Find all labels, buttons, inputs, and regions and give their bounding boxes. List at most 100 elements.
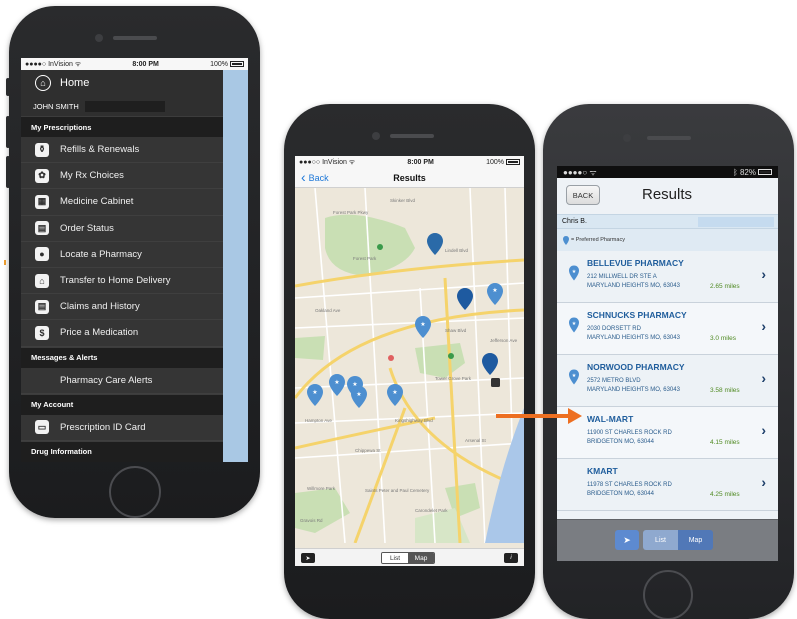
pharmacy-distance: 4.25 miles bbox=[710, 491, 740, 498]
chevron-right-icon[interactable]: › bbox=[761, 474, 766, 490]
side-button bbox=[6, 116, 10, 148]
battery: ᛒ 82% bbox=[733, 168, 772, 177]
home-button[interactable] bbox=[643, 570, 693, 619]
menu-item-label: Claims and History bbox=[60, 301, 140, 313]
pharmacy-city: BRIDGETON MO, 63044 bbox=[587, 491, 654, 497]
pharmacy-distance: 3.0 miles bbox=[710, 335, 737, 342]
menu-item[interactable]: Pharmacy Care Alerts bbox=[21, 367, 223, 394]
status-bar: ●●●●○ ᯤ ᛒ 82% bbox=[557, 166, 778, 178]
map-street-label: Kingshighway Blvd bbox=[395, 418, 433, 423]
park-icon bbox=[448, 353, 454, 359]
battery-percent: 100% bbox=[210, 60, 228, 68]
marker-tick bbox=[4, 260, 6, 265]
front-camera bbox=[372, 132, 380, 140]
menu-home[interactable]: ⌂ Home bbox=[21, 70, 223, 96]
svg-text:★: ★ bbox=[392, 389, 397, 396]
pharmacy-city: BRIDGETON MO, 63044 bbox=[587, 439, 654, 445]
stage: ●●●●○ InVision ᯤ 8:00 PM 100% ⌂ Home JOH… bbox=[0, 0, 797, 619]
pharmacy-row[interactable]: ★ SCHNUCKS PHARMACY 2030 DORSETT RD MARYLAN… bbox=[557, 303, 778, 355]
view-toggle: List Map bbox=[381, 552, 435, 564]
id-card-icon: ▭ bbox=[35, 420, 49, 435]
menu-item-label: My Rx Choices bbox=[60, 170, 124, 182]
info-icon[interactable]: i bbox=[504, 553, 518, 563]
map-toggle[interactable]: Map bbox=[408, 553, 434, 563]
pharmacy-name: WAL-MART bbox=[587, 414, 634, 424]
nav-bar: ‹ Back Results bbox=[295, 168, 524, 188]
transit-icon bbox=[491, 378, 500, 387]
menu-item[interactable]: ⚱ Refills & Renewals bbox=[21, 137, 223, 164]
preferred-pin-icon: ★ bbox=[569, 369, 579, 385]
menu-item-label: Transfer to Home Delivery bbox=[60, 275, 171, 287]
page-title: Results bbox=[642, 186, 693, 203]
map-street-label: Willmore Park bbox=[307, 486, 336, 491]
menu-item[interactable]: ▤ Claims and History bbox=[21, 294, 223, 321]
pharmacy-row[interactable]: ★ BELLEVUE PHARMACY 212 MILLWELL DR STE A M… bbox=[557, 251, 778, 303]
location-pin-icon: ● bbox=[35, 247, 49, 262]
home-button[interactable] bbox=[109, 466, 161, 518]
list-toggle[interactable]: List bbox=[643, 530, 678, 550]
location-arrow-icon[interactable]: ➤ bbox=[615, 530, 639, 550]
map-street-label: Saints Peter and Paul Cemetery bbox=[365, 488, 430, 493]
map-toggle[interactable]: Map bbox=[678, 530, 713, 550]
map-street-label: Chippewa St bbox=[355, 448, 381, 453]
menu-item[interactable]: ⌂ Transfer to Home Delivery bbox=[21, 267, 223, 295]
map-street-label: Shaw Blvd bbox=[445, 328, 467, 333]
menu-section-header: My Prescriptions bbox=[21, 116, 223, 137]
svg-text:★: ★ bbox=[312, 389, 317, 396]
carrier-text: ●●●○○ InVision ᯤ bbox=[299, 158, 356, 166]
menu-item[interactable]: $ Price a Medication bbox=[21, 320, 223, 347]
map-street-label: Gravois Rd bbox=[300, 518, 323, 523]
pill-bottle-icon: ⚱ bbox=[35, 142, 49, 157]
battery-icon bbox=[758, 169, 772, 176]
map-street-label: Jefferson Ave bbox=[490, 338, 518, 343]
chevron-right-icon[interactable]: › bbox=[761, 422, 766, 438]
svg-text:★: ★ bbox=[492, 287, 497, 294]
earpiece-speaker bbox=[113, 36, 157, 40]
bottom-toolbar: ➤ List Map i bbox=[295, 548, 524, 566]
nav-bar: BACK Results bbox=[557, 178, 778, 214]
pharmacy-distance: 4.15 miles bbox=[710, 439, 740, 446]
redacted-bar bbox=[84, 100, 165, 112]
pharmacy-row[interactable]: WAL-MART 11900 ST CHARLES ROCK RD BRIDGETO… bbox=[557, 407, 778, 459]
home-icon: ⌂ bbox=[35, 75, 51, 91]
map-street-label: Hampton Ave bbox=[305, 418, 332, 423]
chevron-right-icon[interactable]: › bbox=[761, 370, 766, 386]
menu-item[interactable]: ✿ My Rx Choices bbox=[21, 163, 223, 190]
main-content-peek[interactable] bbox=[222, 70, 248, 462]
map-street-label: Forest Park Pkwy bbox=[333, 210, 369, 215]
pharmacy-city: MARYLAND HEIGHTS MO, 63043 bbox=[587, 335, 680, 341]
svg-text:★: ★ bbox=[572, 269, 577, 275]
pharmacy-row[interactable]: KMART 11978 ST CHARLES ROCK RD BRIDGETON M… bbox=[557, 459, 778, 511]
back-button[interactable]: ‹ Back bbox=[301, 170, 329, 184]
svg-text:★: ★ bbox=[352, 381, 357, 388]
list-toggle[interactable]: List bbox=[382, 553, 408, 563]
map-view[interactable]: ★ ★ ★ ★ ★ ★ ★ Forest Park Pkwy Forest Park Skin… bbox=[295, 188, 524, 543]
poi-icon bbox=[388, 355, 394, 361]
chevron-right-icon[interactable]: › bbox=[761, 318, 766, 334]
home-label: Home bbox=[60, 77, 90, 89]
preferred-pin-icon bbox=[563, 235, 569, 245]
front-camera bbox=[95, 34, 103, 42]
pharmacy-city: MARYLAND HEIGHTS MO, 63043 bbox=[587, 387, 680, 393]
phone-map: ●●●○○ InVision ᯤ 8:00 PM 100% ‹ Back Resu… bbox=[284, 104, 535, 619]
earpiece-speaker bbox=[390, 134, 434, 138]
svg-text:★: ★ bbox=[572, 321, 577, 327]
back-button[interactable]: BACK bbox=[566, 185, 600, 205]
flow-arrow bbox=[496, 414, 572, 418]
battery-percent: 100% bbox=[486, 158, 504, 166]
pharmacy-row[interactable]: ★ NORWOOD PHARMACY 2572 METRO BLVD MARYLAND… bbox=[557, 355, 778, 407]
menu-section-header: My Account bbox=[21, 393, 223, 415]
user-row: JOHN SMITH bbox=[21, 96, 223, 116]
pharmacy-city: MARYLAND HEIGHTS MO, 63043 bbox=[587, 283, 680, 289]
menu-item[interactable]: ▭ Prescription ID Card bbox=[21, 414, 223, 441]
menu-item[interactable]: ▤ Order Status bbox=[21, 215, 223, 242]
menu-item[interactable]: ▦ Medicine Cabinet bbox=[21, 189, 223, 216]
side-menu: ⌂ Home JOHN SMITH My Prescriptions ⚱ Refil… bbox=[21, 70, 223, 462]
chevron-right-icon[interactable]: › bbox=[761, 266, 766, 282]
location-arrow-icon[interactable]: ➤ bbox=[301, 553, 315, 563]
user-name: Chris B. bbox=[562, 218, 587, 225]
svg-text:★: ★ bbox=[356, 391, 361, 398]
menu-item-label: Price a Medication bbox=[60, 327, 139, 339]
menu-item[interactable]: ● Locate a Pharmacy bbox=[21, 241, 223, 268]
pharmacy-name: KMART bbox=[587, 466, 618, 476]
